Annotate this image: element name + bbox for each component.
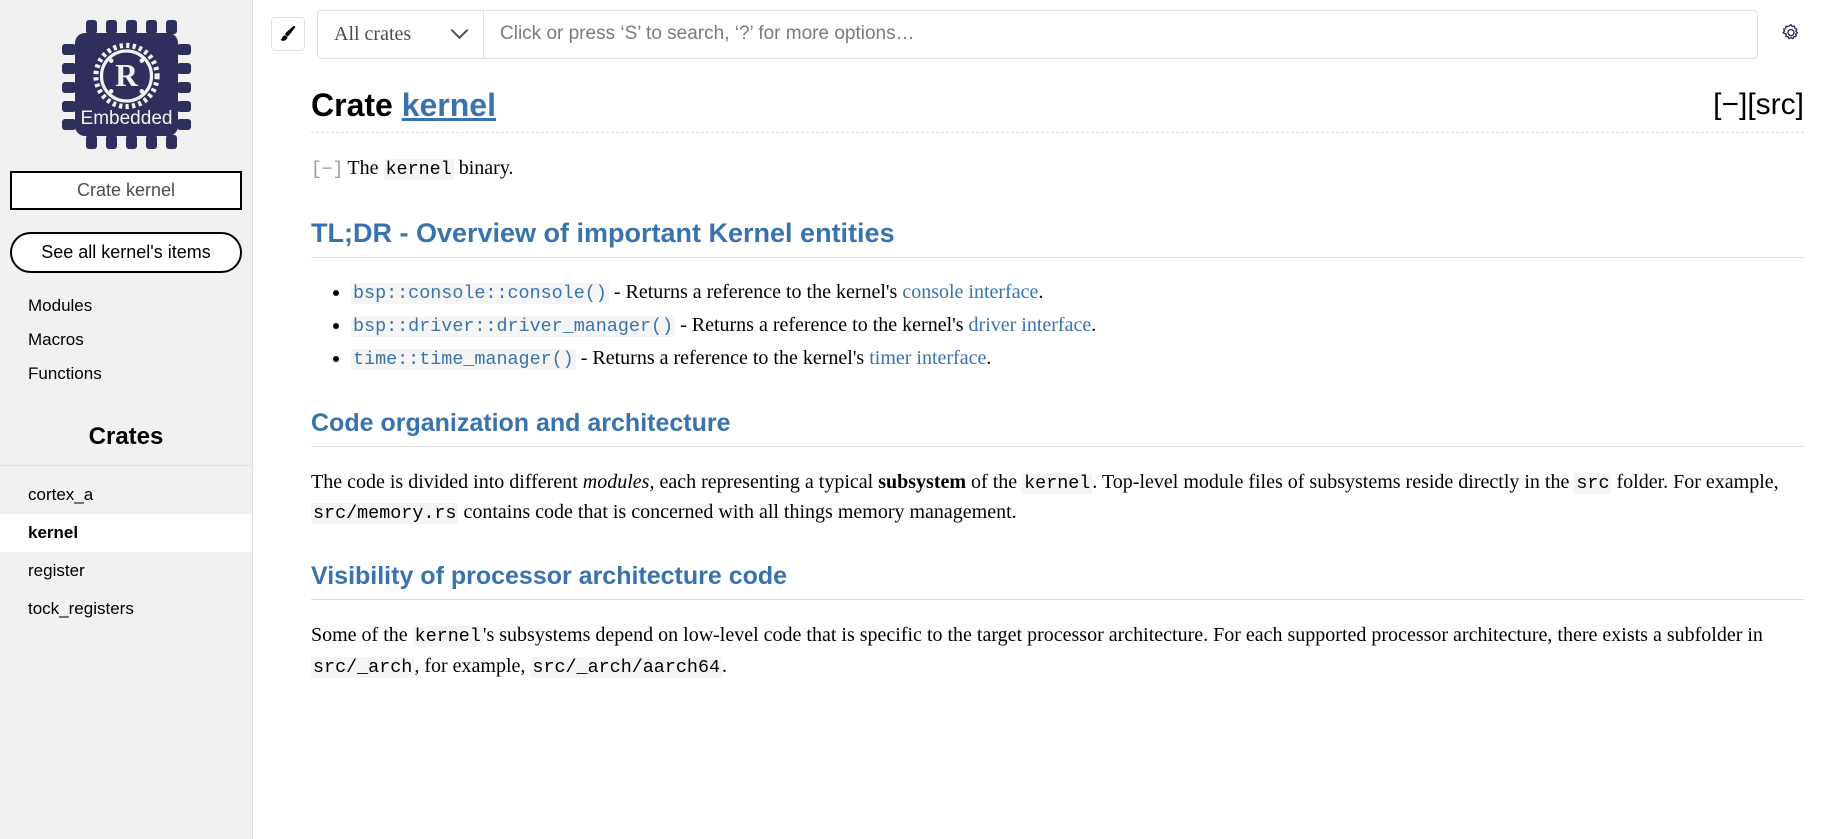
section-heading-code-organization-link[interactable]: Code organization and architecture: [311, 409, 731, 437]
out-of-band-links: [−][src]: [1713, 86, 1804, 122]
crate-list-item: tock_registers: [0, 590, 252, 628]
crate-list-item: kernel: [0, 514, 252, 552]
para-code-src: src: [1574, 472, 1612, 494]
list-item: bsp::driver::driver_manager() - Returns …: [351, 309, 1804, 342]
para-strong: subsystem: [878, 470, 967, 493]
crate-list-item: cortex_a: [0, 476, 252, 514]
logo-container: R Embedded: [0, 0, 252, 163]
list-item: bsp::console::console() - Returns a refe…: [351, 276, 1804, 309]
tldr-list: bsp::console::console() - Returns a refe…: [311, 276, 1804, 374]
visibility-paragraph: Some of the kernel's subsystems depend o…: [311, 620, 1804, 681]
link-console-interface[interactable]: console interface: [902, 281, 1038, 303]
para-text: 's subsystems depend on low-level code t…: [482, 624, 1763, 647]
search-input[interactable]: [483, 9, 1758, 59]
gear-icon: [1782, 23, 1799, 40]
para-code-aarch64: src/_arch/aarch64: [530, 656, 723, 678]
page-heading-row: Crate kernel [−][src]: [311, 86, 1804, 134]
para-text: , for example,: [414, 654, 531, 677]
item-text-mid: - Returns a reference to the kernel's: [608, 281, 903, 304]
summary-text-after: binary.: [453, 157, 514, 180]
sidebar-section-list: Modules Macros Functions: [0, 289, 252, 391]
crate-list-item: register: [0, 552, 252, 590]
crate-link-tock-registers[interactable]: tock_registers: [0, 590, 252, 628]
sidebar-list-item: Modules: [0, 289, 252, 323]
rust-embedded-logo: R Embedded: [61, 20, 191, 149]
para-code-kernel: kernel: [412, 626, 483, 648]
section-heading-visibility: Visibility of processor architecture cod…: [311, 562, 1804, 601]
top-docblock: [−] The kernel binary. TL;DR - Overview o…: [311, 153, 1804, 681]
item-text-end: .: [986, 347, 992, 370]
page-title: Crate kernel: [311, 86, 496, 124]
item-text-mid: - Returns a reference to the kernel's: [575, 347, 870, 370]
search-toolbar: All crates: [253, 0, 1822, 68]
para-text: Some of the: [311, 624, 413, 647]
para-text: each representing a typical: [654, 470, 879, 493]
crate-list: cortex_a kernel register tock_registers: [0, 476, 252, 628]
section-heading-code-organization: Code organization and architecture: [311, 409, 1804, 447]
para-text: The code is divided into different: [311, 470, 583, 493]
paintbrush-icon: [280, 25, 296, 41]
section-heading-tldr-link[interactable]: TL;DR - Overview of important Kernel ent…: [311, 218, 895, 248]
summary-code: kernel: [383, 159, 454, 181]
crate-link-kernel[interactable]: kernel: [0, 514, 252, 552]
para-text: .: [722, 654, 728, 677]
sidebar-item-macros[interactable]: Macros: [0, 323, 252, 357]
section-heading-visibility-link[interactable]: Visibility of processor architecture cod…: [311, 562, 787, 590]
sidebar-list-item: Functions: [0, 357, 252, 391]
para-code-memory-rs: src/memory.rs: [311, 503, 459, 525]
crate-logo-link[interactable]: R Embedded: [60, 18, 193, 151]
sidebar-item-functions[interactable]: Functions: [0, 357, 252, 391]
para-text: of the: [966, 470, 1023, 493]
para-text: . Top-level module files of subsystems r…: [1092, 470, 1575, 493]
crate-filter-dropdown[interactable]: All crates: [317, 9, 483, 59]
crate-link-cortex-a[interactable]: cortex_a: [0, 476, 252, 514]
link-time-time-manager[interactable]: time::time_manager(): [351, 347, 576, 371]
summary-text-before: The: [347, 157, 384, 180]
docblock-collapse-toggle[interactable]: [−]: [311, 160, 343, 180]
para-code-kernel: kernel: [1022, 472, 1093, 494]
logo-label: Embedded: [80, 108, 172, 129]
rustdoc-page: R Embedded Crate kernel See all kernel's…: [0, 0, 1822, 839]
chevron-down-icon: [450, 28, 469, 40]
link-driver-interface[interactable]: driver interface: [969, 314, 1092, 336]
sidebar-item-modules[interactable]: Modules: [0, 289, 252, 323]
sidebar: R Embedded Crate kernel See all kernel's…: [0, 0, 253, 839]
link-bsp-console-console[interactable]: bsp::console::console(): [351, 281, 609, 305]
theme-picker-button[interactable]: [271, 17, 305, 51]
sidebar-crate-title: Crate kernel: [10, 171, 242, 210]
crate-link-register[interactable]: register: [0, 552, 252, 590]
item-text-end: .: [1091, 314, 1097, 337]
page-title-crate-link[interactable]: kernel: [402, 87, 496, 123]
code-organization-paragraph: The code is divided into different modul…: [311, 467, 1804, 528]
main-content: All crates Crate kernel: [253, 0, 1822, 839]
settings-button[interactable]: [1774, 17, 1808, 51]
svg-text:R: R: [115, 58, 139, 93]
crates-heading: Crates: [0, 423, 252, 466]
documentation-body: Crate kernel [−][src] [−] The kernel bina…: [253, 86, 1822, 681]
link-timer-interface[interactable]: timer interface: [869, 347, 986, 369]
crate-filter-value: All crates: [334, 22, 412, 45]
item-text-end: .: [1038, 281, 1044, 304]
collapse-all-toggle[interactable]: [−]: [1713, 88, 1747, 121]
para-code-arch: src/_arch: [311, 656, 415, 678]
see-all-items-button[interactable]: See all kernel's items: [10, 232, 242, 273]
section-heading-tldr: TL;DR - Overview of important Kernel ent…: [311, 218, 1804, 259]
para-emphasis: modules,: [582, 470, 655, 493]
item-text-mid: - Returns a reference to the kernel's: [675, 314, 969, 337]
para-text: contains code that is concerned with all…: [458, 501, 1017, 524]
link-bsp-driver-driver-manager[interactable]: bsp::driver::driver_manager(): [351, 314, 676, 338]
crate-summary: [−] The kernel binary.: [311, 153, 1804, 184]
src-link[interactable]: [src]: [1747, 88, 1804, 121]
page-title-prefix: Crate: [311, 87, 393, 123]
para-text: folder. For example,: [1611, 470, 1779, 493]
sidebar-list-item: Macros: [0, 323, 252, 357]
list-item: time::time_manager() - Returns a referen…: [351, 342, 1804, 375]
